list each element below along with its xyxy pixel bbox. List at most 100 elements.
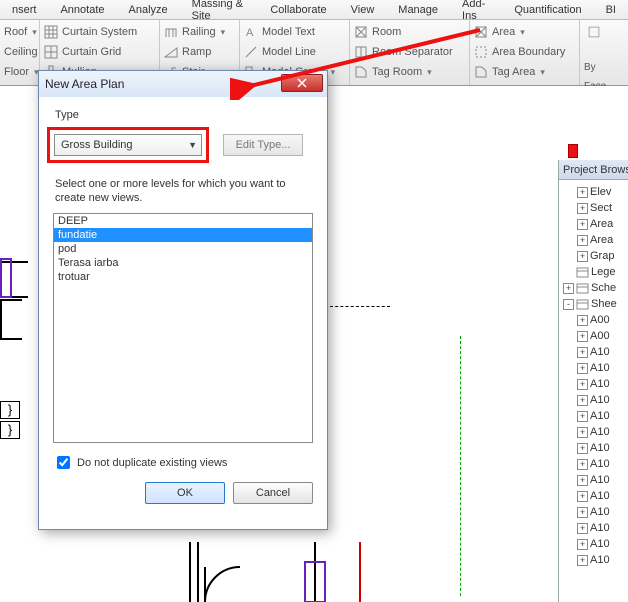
project-browser-title[interactable]: Project Brows [559, 160, 628, 180]
browser-item[interactable]: +A10 [559, 536, 628, 552]
type-combobox[interactable]: Gross Building ▼ [54, 134, 202, 156]
browser-item[interactable]: +A10 [559, 520, 628, 536]
ceiling-button[interactable]: Ceiling [4, 46, 38, 58]
tree-toggle[interactable]: + [577, 427, 588, 438]
ok-button[interactable]: OK [145, 482, 225, 504]
tree-toggle[interactable]: + [577, 315, 588, 326]
tag-room-button[interactable]: Tag Room▾ [354, 65, 432, 79]
browser-item[interactable]: +A10 [559, 424, 628, 440]
railing-button[interactable]: Railing▾ [164, 25, 225, 39]
browser-item[interactable]: +A10 [559, 376, 628, 392]
by-label: By [584, 62, 596, 73]
browser-item[interactable]: +A00 [559, 328, 628, 344]
tab-annotate[interactable]: Annotate [48, 4, 116, 16]
browser-item[interactable]: +Area [559, 232, 628, 248]
duplicate-checkbox-row[interactable]: Do not duplicate existing views [53, 453, 313, 472]
tree-toggle[interactable]: + [577, 251, 588, 262]
browser-item[interactable]: +A10 [559, 360, 628, 376]
tab-collaborate[interactable]: Collaborate [258, 4, 338, 16]
floor-button[interactable]: Floor▾ [4, 66, 39, 78]
dialog-close-button[interactable] [281, 74, 323, 92]
browser-item[interactable]: +Area [559, 216, 628, 232]
project-browser: Project Brows +Elev+Sect+Area+Area+GrapL… [558, 160, 628, 602]
dialog-titlebar[interactable]: New Area Plan [39, 71, 327, 97]
browser-item[interactable]: +A10 [559, 552, 628, 568]
tree-toggle[interactable]: + [577, 411, 588, 422]
browser-item[interactable]: Lege [559, 264, 628, 280]
browser-item[interactable]: +A10 [559, 456, 628, 472]
browser-item[interactable]: +Elev [559, 184, 628, 200]
browser-item-label: A10 [590, 442, 610, 454]
tree-toggle[interactable]: + [577, 235, 588, 246]
browser-item[interactable]: +A10 [559, 440, 628, 456]
cancel-button[interactable]: Cancel [233, 482, 313, 504]
tag-icon [354, 65, 368, 79]
browser-item[interactable]: +Sche [559, 280, 628, 296]
tab-massing[interactable]: Massing & Site [180, 0, 259, 22]
browser-item[interactable]: +A10 [559, 488, 628, 504]
tree-toggle[interactable]: + [577, 347, 588, 358]
tab-insert[interactable]: nsert [0, 4, 48, 16]
tree-toggle[interactable]: + [577, 475, 588, 486]
tab-quantification[interactable]: Quantification [502, 4, 593, 16]
tab-bi[interactable]: BI [594, 4, 628, 16]
browser-item[interactable]: +A10 [559, 392, 628, 408]
tree-toggle[interactable]: + [577, 459, 588, 470]
browser-item[interactable]: +Sect [559, 200, 628, 216]
tree-toggle[interactable]: + [577, 523, 588, 534]
level-item[interactable]: Terasa iarba [54, 256, 312, 270]
browser-item[interactable]: +A10 [559, 344, 628, 360]
tree-toggle[interactable]: + [577, 187, 588, 198]
level-item[interactable]: DEEP [54, 214, 312, 228]
tree-toggle[interactable]: - [563, 299, 574, 310]
tag-area-button[interactable]: Tag Area▾ [474, 65, 545, 79]
tab-manage[interactable]: Manage [386, 4, 450, 16]
line-icon [244, 45, 258, 59]
tree-toggle[interactable]: + [577, 395, 588, 406]
by-face-button[interactable] [584, 22, 604, 62]
model-text-button[interactable]: AModel Text [244, 25, 315, 39]
browser-item[interactable]: +A00 [559, 312, 628, 328]
tab-addins[interactable]: Add-Ins [450, 0, 502, 22]
tree-toggle[interactable]: + [577, 555, 588, 566]
room-icon [354, 25, 368, 39]
area-boundary-button[interactable]: Area Boundary [474, 45, 565, 59]
type-label: Type [55, 109, 313, 121]
tree-toggle[interactable]: + [577, 491, 588, 502]
level-list[interactable]: DEEPfundatiepodTerasa iarbatrotuar [53, 213, 313, 443]
model-line-button[interactable]: Model Line [244, 45, 316, 59]
browser-item[interactable]: +A10 [559, 472, 628, 488]
tree-toggle[interactable]: + [577, 539, 588, 550]
tree-toggle[interactable]: + [577, 203, 588, 214]
browser-item-label: A10 [590, 474, 610, 486]
tree-toggle[interactable]: + [577, 379, 588, 390]
room-separator-button[interactable]: Room Separator [354, 45, 453, 59]
browser-item[interactable]: +Grap [559, 248, 628, 264]
curtain-system-button[interactable]: Curtain System [44, 25, 137, 39]
tree-toggle[interactable]: + [577, 363, 588, 374]
edit-type-button[interactable]: Edit Type... [223, 134, 303, 156]
level-item[interactable]: pod [54, 242, 312, 256]
ramp-button[interactable]: Ramp [164, 45, 211, 59]
tab-view[interactable]: View [339, 4, 387, 16]
browser-item-label: Area [590, 234, 613, 246]
tree-toggle[interactable]: + [577, 219, 588, 230]
duplicate-checkbox[interactable] [57, 456, 70, 469]
level-item[interactable]: trotuar [54, 270, 312, 284]
tree-toggle[interactable]: + [577, 331, 588, 342]
tree-toggle[interactable]: + [577, 507, 588, 518]
browser-item[interactable]: +A10 [559, 504, 628, 520]
browser-item[interactable]: +A10 [559, 408, 628, 424]
browser-item-label: A10 [590, 346, 610, 358]
tab-analyze[interactable]: Analyze [117, 4, 180, 16]
tree-toggle[interactable]: + [563, 283, 574, 294]
level-item[interactable]: fundatie [54, 228, 312, 242]
area-button[interactable]: Area▾ [474, 25, 525, 39]
area-icon [474, 25, 488, 39]
browser-item[interactable]: -Shee [559, 296, 628, 312]
roof-button[interactable]: Roof▾ [4, 26, 37, 38]
tree-toggle[interactable]: + [577, 443, 588, 454]
browser-item-label: A10 [590, 410, 610, 422]
curtain-grid-button[interactable]: Curtain Grid [44, 45, 121, 59]
room-button[interactable]: Room [354, 25, 401, 39]
